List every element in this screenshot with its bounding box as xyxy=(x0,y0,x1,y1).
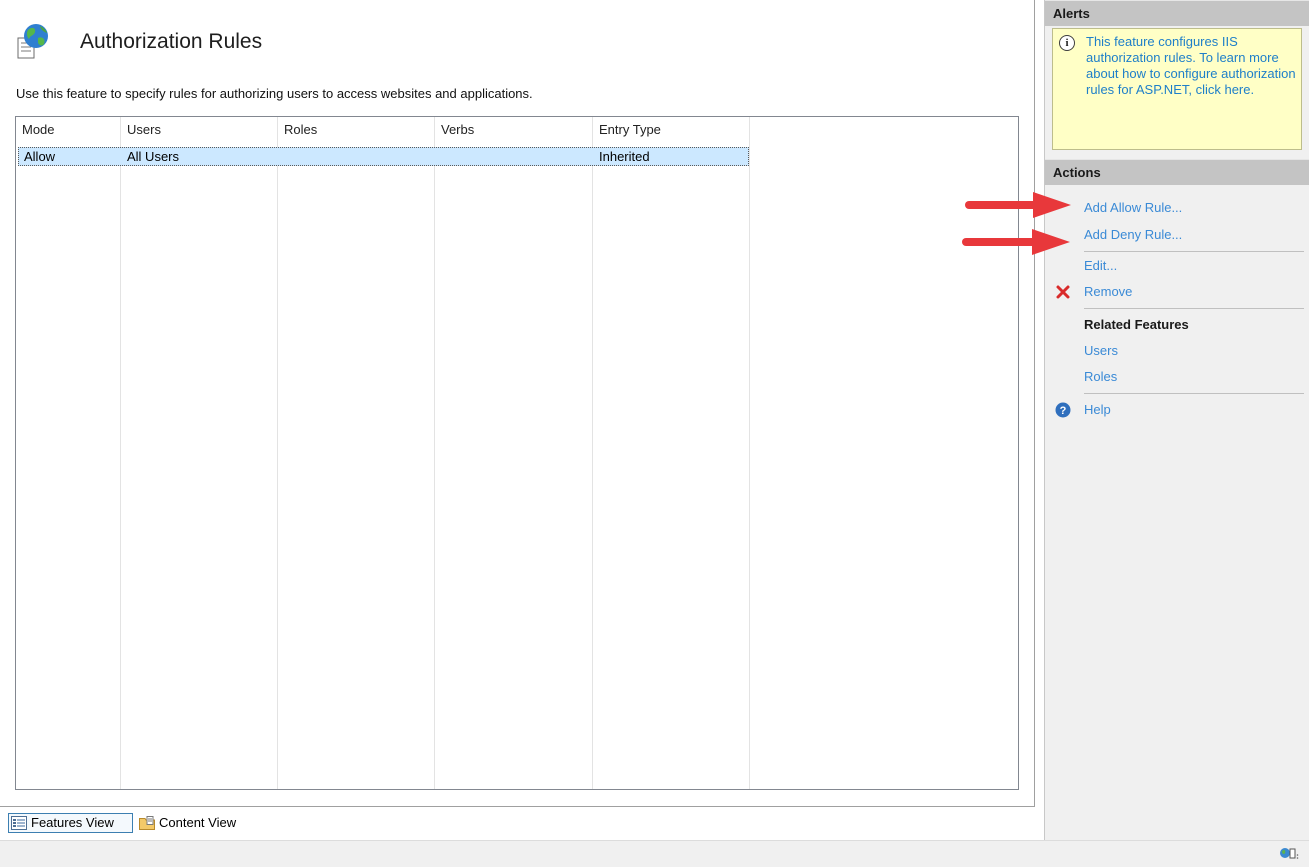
annotation-arrow-icon xyxy=(962,229,1070,255)
column-header-entry-type[interactable]: Entry Type xyxy=(593,117,749,145)
add-deny-rule-link[interactable]: Add Deny Rule... xyxy=(1084,224,1182,246)
features-view-label: Features View xyxy=(31,815,114,830)
alert-box[interactable]: i This feature configures IIS authorizat… xyxy=(1052,28,1302,150)
annotation-arrow-icon xyxy=(965,192,1071,218)
page-description: Use this feature to specify rules for au… xyxy=(16,86,533,101)
column-header-mode[interactable]: Mode xyxy=(16,117,120,145)
status-bar xyxy=(0,840,1309,867)
cell-verbs xyxy=(436,148,593,165)
rules-grid[interactable]: Mode Users Roles Verbs Entry Type Allow … xyxy=(15,116,1019,790)
help-icon: ? xyxy=(1055,402,1071,418)
related-features-heading: Related Features xyxy=(1084,317,1189,332)
network-status-icon xyxy=(1279,846,1299,863)
red-x-icon xyxy=(1055,284,1071,300)
users-link[interactable]: Users xyxy=(1084,340,1118,362)
column-divider xyxy=(749,117,750,789)
divider xyxy=(1084,393,1304,394)
features-view-tab[interactable]: Features View xyxy=(8,813,133,833)
actions-header: Actions xyxy=(1045,159,1309,185)
column-header-verbs[interactable]: Verbs xyxy=(435,117,592,145)
alert-message[interactable]: This feature configures IIS authorizatio… xyxy=(1086,34,1298,98)
column-divider xyxy=(434,117,435,789)
content-view-label: Content View xyxy=(159,815,237,830)
page-header: Authorization Rules xyxy=(16,20,262,64)
column-divider xyxy=(120,117,121,789)
column-header-roles[interactable]: Roles xyxy=(278,117,434,145)
alerts-header: Alerts xyxy=(1045,0,1309,26)
divider xyxy=(1084,251,1304,252)
roles-link[interactable]: Roles xyxy=(1084,366,1117,388)
svg-text:?: ? xyxy=(1060,405,1067,417)
actions-panel: Alerts i This feature configures IIS aut… xyxy=(1044,0,1309,840)
edit-link[interactable]: Edit... xyxy=(1084,255,1117,277)
view-switcher: Features View Content View xyxy=(0,809,1034,837)
cell-users: All Users xyxy=(127,149,180,164)
page-title: Authorization Rules xyxy=(80,30,263,53)
column-divider xyxy=(592,117,593,789)
cell-entry-type: Inherited xyxy=(599,149,650,164)
info-icon: i xyxy=(1059,35,1075,51)
globe-document-icon xyxy=(16,22,52,62)
content-view-tab[interactable]: Content View xyxy=(137,813,262,833)
table-row[interactable]: Allow All Users Inherited xyxy=(18,147,749,166)
feature-pane: Authorization Rules Use this feature to … xyxy=(0,0,1035,807)
add-allow-rule-link[interactable]: Add Allow Rule... xyxy=(1084,197,1182,219)
content-view-icon xyxy=(139,816,155,830)
cell-roles xyxy=(279,148,435,165)
cell-mode: Allow xyxy=(24,149,56,164)
column-divider xyxy=(277,117,278,789)
grid-header: Mode Users Roles Verbs Entry Type xyxy=(16,117,1018,145)
column-header-users[interactable]: Users xyxy=(121,117,277,145)
features-view-icon xyxy=(11,816,27,830)
divider xyxy=(1084,308,1304,309)
help-link[interactable]: Help xyxy=(1084,399,1111,421)
remove-link[interactable]: Remove xyxy=(1084,281,1132,303)
